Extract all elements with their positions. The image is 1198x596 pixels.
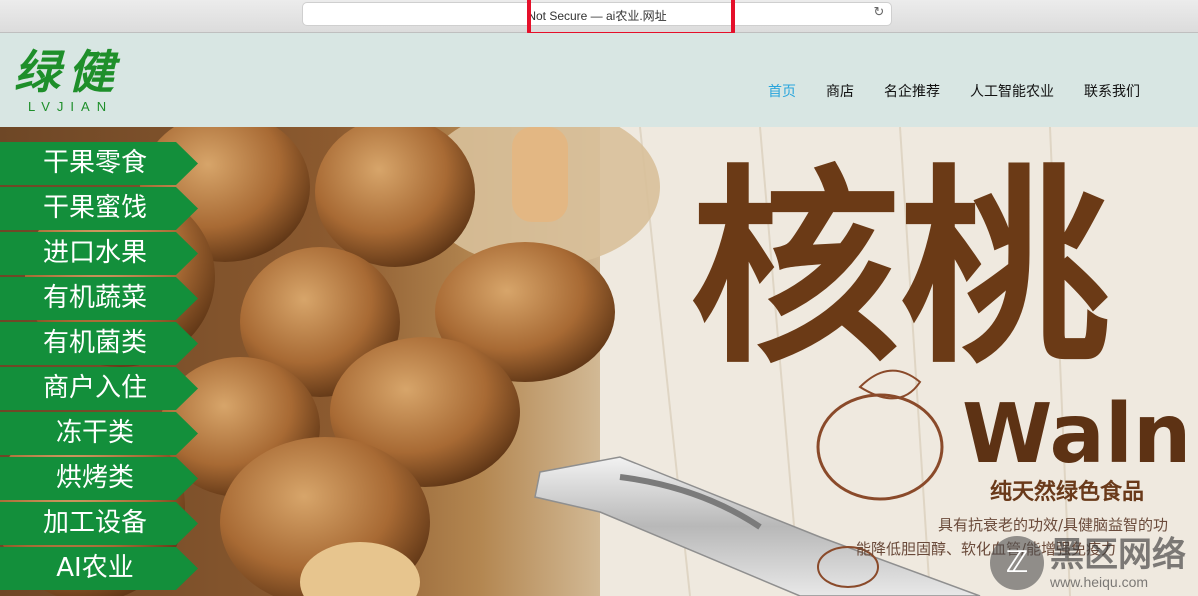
category-label: 加工设备 xyxy=(42,508,147,538)
category-item[interactable]: 有机蔬菜 xyxy=(0,277,200,322)
banner-tagline: 纯天然绿色食品 xyxy=(990,479,1144,505)
category-label: 冻干类 xyxy=(55,418,134,448)
banner-desc-1: 具有抗衰老的功效/具健脑益智的功 xyxy=(938,516,1168,534)
nav-item-featured-companies[interactable]: 名企推荐 xyxy=(884,81,940,101)
category-label: 有机蔬菜 xyxy=(42,283,147,313)
watermark-name: 黑区网络 xyxy=(1050,535,1186,575)
banner-headline: 核桃 xyxy=(690,145,1110,392)
address-highlight-box xyxy=(527,0,735,36)
watermark: ℤ 黑区网络 www.heiqu.com xyxy=(990,536,1186,590)
watermark-url: www.heiqu.com xyxy=(1050,574,1149,590)
category-item[interactable]: 冻干类 xyxy=(0,412,200,457)
category-label: 干果蜜饯 xyxy=(42,193,147,223)
category-item[interactable]: 加工设备 xyxy=(0,502,200,547)
category-label: AI农业 xyxy=(56,553,134,583)
browser-toolbar: Not Secure — ai农业.网址 ↻ xyxy=(0,0,1198,36)
main-nav: 首页 商店 名企推荐 人工智能农业 联系我们 xyxy=(768,81,1140,101)
nav-item-ai-agriculture[interactable]: 人工智能农业 xyxy=(970,81,1054,101)
category-label: 进口水果 xyxy=(42,238,147,268)
nav-item-shop[interactable]: 商店 xyxy=(826,81,854,101)
category-item[interactable]: 干果蜜饯 xyxy=(0,187,200,232)
watermark-logo-icon: ℤ xyxy=(990,536,1044,590)
nav-item-contact[interactable]: 联系我们 xyxy=(1084,81,1140,101)
category-item[interactable]: 进口水果 xyxy=(0,232,200,277)
category-item[interactable]: 商户入住 xyxy=(0,367,200,412)
category-label: 有机菌类 xyxy=(42,328,147,358)
category-item[interactable]: 烘烤类 xyxy=(0,457,200,502)
banner-english: Waln xyxy=(962,387,1191,482)
logo-chinese: 绿健 xyxy=(14,45,122,99)
category-label: 干果零食 xyxy=(42,148,147,178)
nav-item-home[interactable]: 首页 xyxy=(768,81,796,101)
category-item[interactable]: 干果零食 xyxy=(0,142,200,187)
category-item[interactable]: AI农业 xyxy=(0,547,200,592)
category-label: 商户入住 xyxy=(42,373,147,403)
category-item[interactable]: 有机菌类 xyxy=(0,322,200,367)
logo-english: LVJIAN xyxy=(28,99,114,114)
site-logo[interactable]: 绿健 LVJIAN xyxy=(14,45,164,121)
category-label: 烘烤类 xyxy=(55,463,134,493)
site-header: 绿健 LVJIAN 首页 商店 名企推荐 人工智能农业 联系我们 xyxy=(0,33,1198,127)
reload-icon[interactable]: ↻ xyxy=(871,5,887,21)
category-menu: 干果零食 干果蜜饯 进口水果 有机蔬菜 有机菌类 商户入住 冻干类 烘烤类 加工… xyxy=(0,142,200,592)
